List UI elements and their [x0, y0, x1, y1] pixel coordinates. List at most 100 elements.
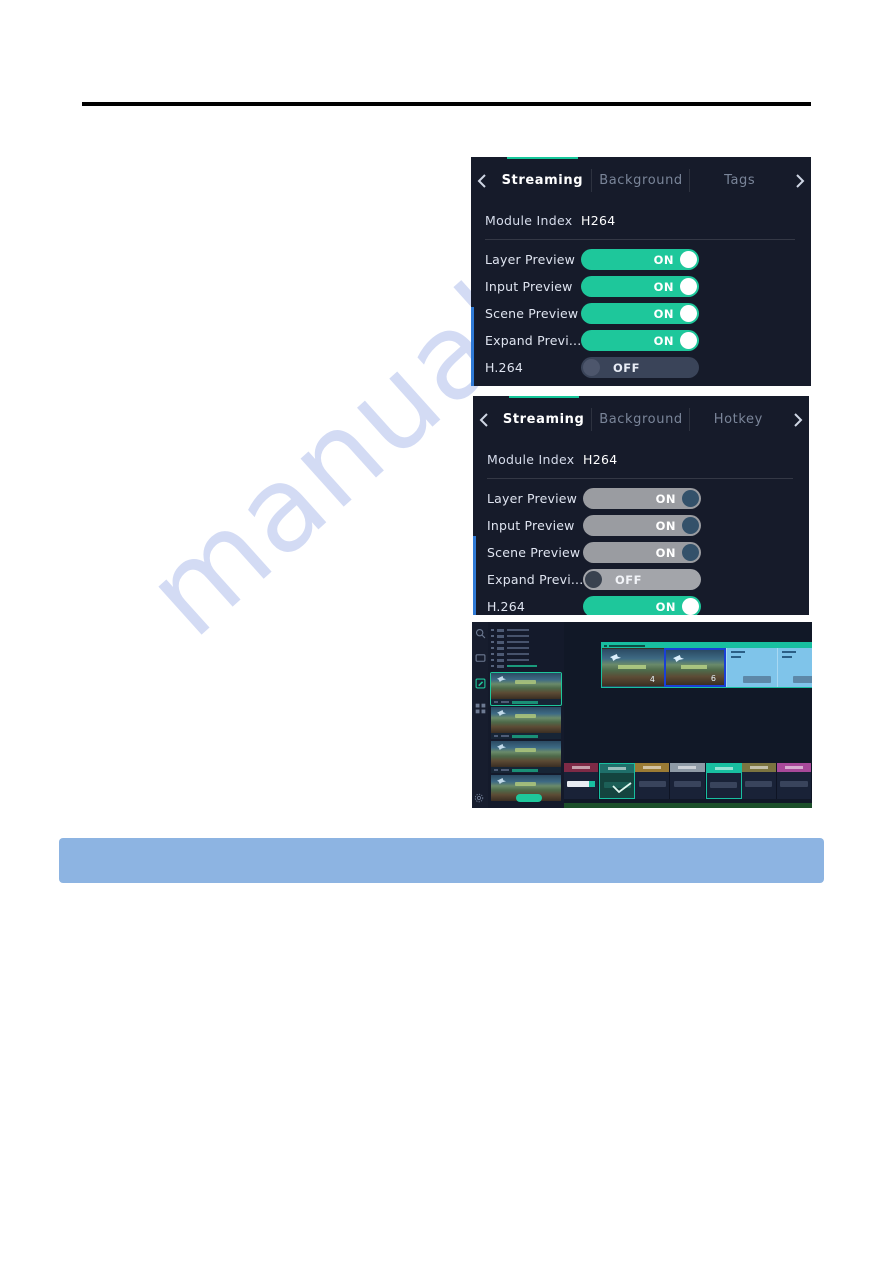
scene-button[interactable] [741, 763, 777, 799]
toggle-h264[interactable]: OFF [581, 357, 699, 378]
scene-button[interactable] [776, 763, 812, 799]
thumbnail-image [491, 673, 561, 699]
preview-window[interactable]: 4 6 [601, 642, 812, 688]
source-list[interactable] [488, 622, 564, 808]
setting-label: Scene Preview [487, 545, 581, 560]
toggle-knob [680, 332, 697, 349]
setting-row-h264: H.264 OFF [471, 354, 811, 381]
setting-row-scene-preview: Scene Preview ON [471, 300, 811, 327]
preview-cell-selected[interactable]: 6 [664, 648, 726, 687]
chevron-right-icon[interactable] [789, 173, 811, 189]
tab-hotkey[interactable]: Hotkey [690, 396, 787, 443]
toggle-knob [682, 598, 699, 615]
toggle-scene-preview[interactable]: ON [581, 303, 699, 324]
scene-strip[interactable] [564, 763, 812, 799]
scene-button[interactable] [670, 763, 706, 799]
search-icon[interactable] [475, 628, 486, 639]
scene-button-selected[interactable] [599, 763, 636, 799]
settings-list: Layer Preview ON Input Preview ON Scene … [473, 479, 809, 615]
toggle-scene-preview[interactable]: ON [583, 542, 701, 563]
console-canvas[interactable]: 4 6 [564, 622, 812, 808]
module-index-row: Module Index H264 [473, 443, 809, 476]
scene-button[interactable] [635, 763, 671, 799]
setting-label: Layer Preview [487, 491, 578, 506]
toggle-h264[interactable]: ON [583, 596, 701, 615]
thumbnail-meta [491, 699, 561, 705]
setting-row-expand-preview: Expand Previ... ON [471, 327, 811, 354]
streaming-settings-panel-tags[interactable]: Streaming Background Tags Module Index H… [471, 157, 811, 386]
streaming-settings-panel-hotkey[interactable]: Streaming Background Hotkey Module Index… [473, 396, 809, 615]
tab-streaming[interactable]: Streaming [493, 157, 592, 204]
preview-cell-blank[interactable] [776, 648, 812, 687]
setting-row-input-preview: Input Preview ON [471, 273, 811, 300]
tab-streaming[interactable]: Streaming [495, 396, 593, 443]
toggle-state-text: OFF [615, 572, 642, 587]
scene-button[interactable] [564, 763, 600, 799]
toggle-expand-preview[interactable]: OFF [583, 569, 701, 590]
console-screenshot-panel[interactable]: 4 6 [472, 622, 812, 808]
toggle-knob [583, 359, 600, 376]
chevron-left-icon[interactable] [473, 412, 495, 428]
monitor-icon[interactable] [475, 653, 486, 664]
page-header-rule [82, 102, 811, 106]
tab-background[interactable]: Background [592, 396, 690, 443]
thumbnail-meta [491, 733, 561, 739]
preview-cell-blank[interactable] [726, 648, 777, 687]
toggle-layer-preview[interactable]: ON [583, 488, 701, 509]
setting-label: Expand Previ... [487, 572, 583, 587]
source-text-rows [488, 624, 564, 671]
preview-cell-number: 6 [710, 674, 716, 683]
edit-icon[interactable] [475, 678, 486, 689]
setting-label: Input Preview [485, 279, 573, 294]
list-item[interactable] [491, 707, 561, 739]
scene-caption [706, 764, 741, 773]
status-badge [516, 794, 542, 802]
scene-caption [776, 763, 811, 772]
module-index-value: H264 [581, 213, 616, 228]
toggle-state-text: ON [655, 545, 676, 560]
list-item[interactable] [491, 663, 561, 669]
scene-button[interactable] [705, 763, 742, 799]
list-item[interactable] [491, 741, 561, 773]
setting-row-h264: H.264 ON [473, 593, 809, 615]
toggle-knob [682, 517, 699, 534]
scene-caption [635, 763, 670, 772]
setting-label: Expand Previ... [485, 333, 581, 348]
thumbnail-image [491, 707, 561, 733]
tab-label: Background [599, 412, 683, 427]
list-item[interactable] [490, 672, 562, 706]
chevron-right-icon[interactable] [787, 412, 809, 428]
setting-row-layer-preview: Layer Preview ON [473, 485, 809, 512]
toggle-input-preview[interactable]: ON [581, 276, 699, 297]
toggle-knob [680, 278, 697, 295]
gear-icon[interactable] [474, 793, 485, 804]
toggle-state-text: ON [655, 599, 676, 614]
preview-cell-number: 4 [649, 675, 655, 684]
toggle-knob [682, 544, 699, 561]
console-icon-rail [472, 622, 488, 808]
toggle-state-text: ON [653, 252, 674, 267]
settings-list: Layer Preview ON Input Preview ON Scene … [471, 240, 811, 381]
setting-row-layer-preview: Layer Preview ON [471, 246, 811, 273]
thumbnail-image [491, 741, 561, 767]
setting-label: Layer Preview [485, 252, 576, 267]
toggle-knob [585, 571, 602, 588]
tab-background[interactable]: Background [592, 157, 691, 204]
tab-tags[interactable]: Tags [690, 157, 789, 204]
toggle-state-text: ON [653, 333, 674, 348]
tab-bar: Streaming Background Hotkey [473, 396, 809, 443]
module-index-label: Module Index [487, 452, 575, 467]
scene-caption [564, 763, 599, 772]
preview-cell[interactable]: 4 [602, 648, 664, 687]
grid-icon[interactable] [475, 703, 486, 714]
chevron-left-icon[interactable] [471, 173, 493, 189]
setting-row-input-preview: Input Preview ON [473, 512, 809, 539]
toggle-knob [682, 490, 699, 507]
toggle-input-preview[interactable]: ON [583, 515, 701, 536]
thumbnail-meta [491, 767, 561, 773]
scene-slot [709, 782, 738, 788]
panel-left-accent [471, 307, 474, 386]
toggle-expand-preview[interactable]: ON [581, 330, 699, 351]
toggle-layer-preview[interactable]: ON [581, 249, 699, 270]
tab-label: Hotkey [713, 412, 763, 427]
